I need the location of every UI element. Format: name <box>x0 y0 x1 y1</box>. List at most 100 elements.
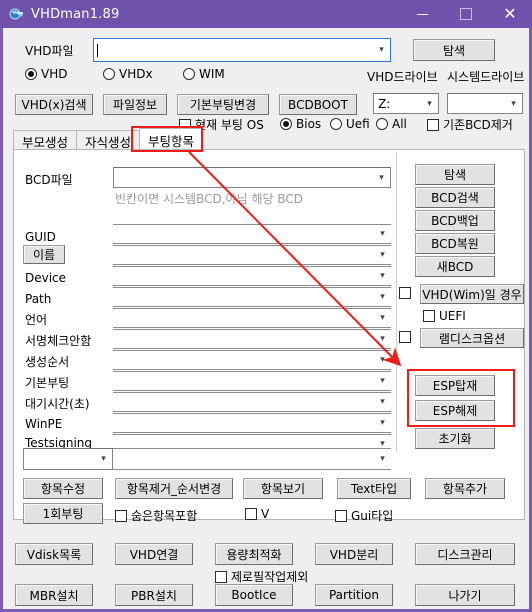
radio-wim-label: WIM <box>199 67 225 81</box>
chevron-down-icon[interactable]: ▾ <box>374 292 391 302</box>
bcd-backup-button[interactable]: BCD백업 <box>415 210 495 231</box>
bcd-file-input[interactable]: ▾ <box>113 167 391 188</box>
field-input-winpe[interactable]: ▾ <box>113 413 391 433</box>
tab-strip: 부모생성 자식생성 부팅항목 <box>13 128 204 151</box>
remove-reorder-entry-button[interactable]: 항목제거_순서변경 <box>115 478 233 499</box>
extra-wide-select[interactable]: ▾ <box>113 448 391 470</box>
text-type-button[interactable]: Text타입 <box>337 478 411 499</box>
field-input-path[interactable]: ▾ <box>113 287 391 307</box>
vhd-detach-button[interactable]: VHD분리 <box>315 543 393 565</box>
chevron-down-icon[interactable]: ▾ <box>373 173 390 183</box>
ramdisk-option-button[interactable]: 램디스크옵션 <box>420 328 524 348</box>
chevron-down-icon[interactable]: ▾ <box>374 454 391 464</box>
maximize-button[interactable] <box>444 0 488 28</box>
chevron-down-icon[interactable]: ▾ <box>374 355 391 365</box>
mbr-install-button[interactable]: MBR설치 <box>15 584 93 606</box>
bootice-button[interactable]: BootIce <box>215 584 293 606</box>
bcd-hint-text: 빈칸이면 시스템BCD,아님 해당 BCD <box>115 192 303 206</box>
field-input-guid[interactable]: ▾ <box>113 224 391 244</box>
vhd-drive-select[interactable]: Z: ▾ <box>373 93 439 114</box>
include-hidden-entries-checkbox[interactable]: 숨은항목포함 <box>115 507 197 524</box>
field-input-nosigcheck[interactable]: ▾ <box>113 329 391 349</box>
radio-wim[interactable]: WIM <box>183 67 225 81</box>
radio-all-label: All <box>392 117 407 131</box>
radio-vhd-label: VHD <box>41 67 68 81</box>
chevron-down-icon[interactable]: ▾ <box>374 334 391 344</box>
chevron-down-icon[interactable]: ▾ <box>374 250 391 260</box>
field-input-create-order[interactable]: ▾ <box>113 350 391 370</box>
field-input-timeout[interactable]: ▾ <box>113 392 391 412</box>
tab-parent-create[interactable]: 부모생성 <box>13 130 78 151</box>
chevron-down-icon[interactable]: ▾ <box>421 99 438 109</box>
app-window: VHDman1.89 ✕ VHD파일 ▾ 탐색 VHD VHDx WIM VHD… <box>0 0 532 612</box>
chevron-down-icon[interactable]: ▾ <box>374 229 391 239</box>
current-boot-os-label: 현재 부팅 OS <box>195 118 264 132</box>
radio-bios[interactable]: Bios <box>280 117 321 131</box>
field-label-guid: GUID <box>25 230 56 244</box>
vhd-wim-case-button[interactable]: VHD(Wim)일 경우 <box>420 284 524 304</box>
chevron-down-icon[interactable]: ▾ <box>505 99 522 109</box>
radio-vhd[interactable]: VHD <box>25 67 67 81</box>
chevron-down-icon[interactable]: ▾ <box>374 397 391 407</box>
field-button-name[interactable]: 이름 <box>23 245 65 264</box>
esp-mount-button[interactable]: ESP탑재 <box>415 375 495 396</box>
vhd-file-input[interactable]: ▾ <box>93 38 391 62</box>
chevron-down-icon[interactable]: ▾ <box>374 313 391 323</box>
bcd-search-button[interactable]: BCD검색 <box>415 187 495 208</box>
remove-existing-bcd-label: 기존BCD제거 <box>443 118 513 132</box>
pbr-install-button[interactable]: PBR설치 <box>115 584 193 606</box>
vhd-attach-button[interactable]: VHD연결 <box>115 543 193 565</box>
field-input-name[interactable]: ▾ <box>113 245 391 265</box>
system-drive-select[interactable]: ▾ <box>447 93 523 114</box>
optimize-size-button[interactable]: 용량최적화 <box>215 543 293 565</box>
bcd-restore-button[interactable]: BCD복원 <box>415 233 495 254</box>
bcdboot-button[interactable]: BCDBOOT <box>279 94 357 115</box>
chevron-down-icon[interactable]: ▾ <box>374 418 391 428</box>
checkbox-box <box>399 287 411 299</box>
vhd-wim-case-checkbox[interactable] <box>399 287 415 299</box>
add-entry-button[interactable]: 항목추가 <box>425 478 505 499</box>
chevron-down-icon[interactable]: ▾ <box>373 45 390 55</box>
uefi-checkbox[interactable]: UEFI <box>423 309 466 323</box>
one-time-boot-button[interactable]: 1회부팅 <box>23 503 103 524</box>
vhdx-search-button[interactable]: VHD(x)검색 <box>15 94 93 115</box>
radio-uefi[interactable]: Uefi <box>330 117 370 131</box>
bcd-browse-button[interactable]: 탐색 <box>415 164 495 185</box>
remove-existing-bcd-checkbox[interactable]: 기존BCD제거 <box>427 116 513 133</box>
field-input-language[interactable]: ▾ <box>113 308 391 328</box>
checkbox-box <box>335 509 347 522</box>
tab-child-create[interactable]: 자식생성 <box>76 130 141 151</box>
exit-button[interactable]: 나가기 <box>415 584 515 606</box>
partition-button[interactable]: Partition <box>315 584 393 606</box>
edit-entry-button[interactable]: 항목수정 <box>23 478 103 499</box>
ramdisk-option-checkbox[interactable] <box>399 331 415 343</box>
change-default-boot-button[interactable]: 기본부팅변경 <box>177 94 269 115</box>
vdisk-list-button[interactable]: Vdisk목록 <box>15 543 93 565</box>
field-input-device[interactable]: ▾ <box>113 266 391 286</box>
radio-all[interactable]: All <box>376 117 407 131</box>
vhd-drive-value: Z: <box>378 96 391 111</box>
reset-button[interactable]: 초기화 <box>415 428 495 449</box>
field-input-default-boot[interactable]: ▾ <box>113 371 391 391</box>
chevron-down-icon[interactable]: ▾ <box>95 454 112 464</box>
minimize-button[interactable] <box>400 0 444 28</box>
disk-management-button[interactable]: 디스크관리 <box>415 543 515 565</box>
tab-boot-entries[interactable]: 부팅항목 <box>139 128 204 151</box>
field-label-language: 언어 <box>25 313 48 327</box>
checkbox-box <box>399 331 411 343</box>
gui-type-checkbox[interactable]: Gui타입 <box>335 507 393 524</box>
extra-small-select[interactable]: ▾ <box>23 448 113 470</box>
zerofill-exclude-checkbox[interactable]: 제로필작업제외 <box>215 568 308 585</box>
v-option-checkbox[interactable]: V <box>245 507 269 521</box>
chevron-down-icon[interactable]: ▾ <box>374 376 391 386</box>
esp-unmount-button[interactable]: ESP해제 <box>415 400 495 421</box>
file-info-button[interactable]: 파일정보 <box>103 94 167 115</box>
view-entry-button[interactable]: 항목보기 <box>243 478 323 499</box>
zerofill-exclude-label: 제로필작업제외 <box>231 570 309 584</box>
new-bcd-button[interactable]: 새BCD <box>415 256 495 277</box>
vhd-drive-label: VHD드라이브 <box>367 70 438 84</box>
browse-button[interactable]: 탐색 <box>413 39 495 61</box>
radio-vhdx[interactable]: VHDx <box>103 67 153 81</box>
chevron-down-icon[interactable]: ▾ <box>374 271 391 281</box>
close-button[interactable]: ✕ <box>488 0 532 28</box>
